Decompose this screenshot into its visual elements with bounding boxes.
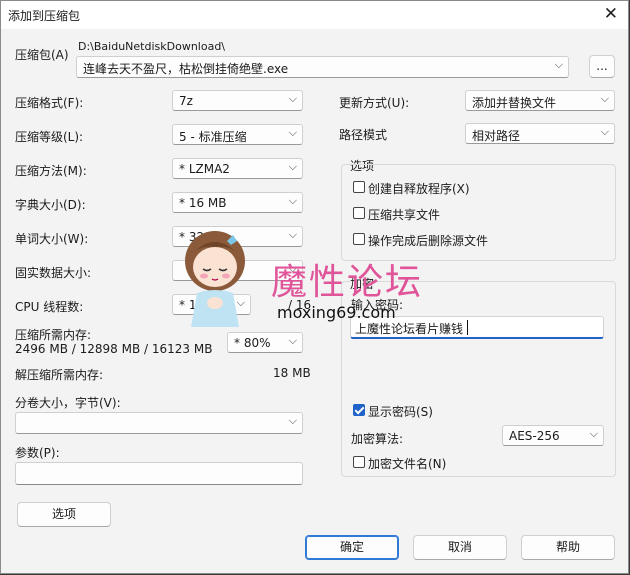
dict-value: * 16 MB (179, 196, 227, 210)
update-select[interactable]: 添加并替换文件 ⌵ (465, 90, 615, 111)
archive-label: 压缩包(A) (15, 48, 69, 62)
encrypt-names-label[interactable]: 加密文件名(N) (368, 455, 446, 472)
archive-filename: 连峰去天不盈尺，枯松倒挂倚绝壁.exe (83, 62, 289, 76)
method-label: 压缩方法(M): (15, 164, 87, 178)
chevron-down-icon: ⌵ (288, 160, 297, 173)
mascot-watermark-icon (185, 231, 245, 327)
chevron-down-icon: ⌵ (288, 92, 297, 105)
level-label: 压缩等级(L): (15, 130, 84, 144)
dict-select[interactable]: * 16 MB ⌵ (172, 192, 303, 213)
archive-filename-combo[interactable]: 连峰去天不盈尺，枯松倒挂倚绝壁.exe ⌵ (76, 56, 569, 78)
mem-percent-value: * 80% (234, 336, 271, 350)
sfx-checkbox[interactable] (353, 181, 365, 193)
chevron-down-icon: ⌵ (589, 427, 598, 440)
pathmode-label: 路径模式 (339, 128, 388, 142)
encrypt-method-select[interactable]: AES-256 ⌵ (502, 425, 604, 446)
volume-select[interactable]: ⌵ (15, 412, 303, 434)
dict-label: 字典大小(D): (15, 198, 86, 212)
dmem-label: 解压缩所需内存: (15, 368, 104, 382)
chevron-down-icon: ⌵ (288, 334, 297, 347)
chevron-down-icon: ⌵ (288, 228, 297, 241)
format-value: 7z (179, 94, 193, 108)
pathmode-value: 相对路径 (472, 129, 521, 143)
format-label: 压缩格式(F): (15, 96, 84, 110)
shared-files-label[interactable]: 压缩共享文件 (368, 206, 440, 223)
chevron-down-icon: ⌵ (600, 92, 609, 105)
mem-value: 2496 MB / 12898 MB / 16123 MB (15, 342, 213, 356)
delete-after-label[interactable]: 操作完成后删除源文件 (368, 232, 488, 249)
shared-files-checkbox[interactable] (353, 207, 365, 219)
method-select[interactable]: * LZMA2 ⌵ (172, 158, 303, 179)
window-title: 添加到压缩包 (8, 9, 81, 23)
encrypt-method-label: 加密算法: (351, 432, 404, 446)
chevron-down-icon: ⌵ (288, 126, 297, 139)
help-button[interactable]: 帮助 (521, 535, 615, 560)
add-to-archive-dialog: 添加到压缩包 ✕ 压缩包(A) D:\BaiduNetdiskDownload\… (0, 0, 629, 574)
cpu-label: CPU 线程数: (15, 300, 84, 314)
update-value: 添加并替换文件 (472, 96, 557, 110)
watermark-url: moxing69.com (277, 303, 396, 322)
params-label: 参数(P): (15, 446, 60, 460)
encrypt-method-value: AES-256 (509, 429, 560, 443)
format-select[interactable]: 7z ⌵ (172, 90, 303, 111)
title-bar: 添加到压缩包 ✕ (1, 1, 628, 29)
show-password-checkbox[interactable] (353, 404, 365, 416)
ok-button[interactable]: 确定 (305, 535, 399, 560)
chevron-down-icon: ⌵ (288, 414, 297, 427)
cancel-button[interactable]: 取消 (413, 535, 507, 560)
word-label: 单词大小(W): (15, 232, 89, 246)
dmem-value: 18 MB (273, 366, 311, 380)
mem-percent-select[interactable]: * 80% ⌵ (227, 332, 303, 353)
method-value: * LZMA2 (179, 162, 230, 176)
params-input[interactable] (15, 462, 303, 485)
delete-after-checkbox[interactable] (353, 233, 365, 245)
archive-path: D:\BaiduNetdiskDownload\ (78, 40, 226, 53)
update-label: 更新方式(U): (339, 96, 410, 110)
text-caret (467, 320, 468, 335)
encrypt-names-checkbox[interactable] (353, 456, 365, 468)
volume-label: 分卷大小，字节(V): (15, 396, 121, 410)
chevron-down-icon: ⌵ (600, 125, 609, 138)
chevron-down-icon: ⌵ (554, 58, 563, 71)
mem-label: 压缩所需内存: (15, 328, 92, 342)
watermark-text: 魔性论坛 (271, 262, 424, 303)
options-button[interactable]: 选项 (17, 502, 111, 527)
level-select[interactable]: 5 - 标准压缩 ⌵ (172, 124, 303, 145)
browse-button[interactable]: ... (589, 55, 615, 78)
sfx-label[interactable]: 创建自释放程序(X) (368, 180, 470, 197)
pathmode-select[interactable]: 相对路径 ⌵ (465, 123, 615, 144)
close-icon[interactable]: ✕ (604, 4, 618, 24)
level-value: 5 - 标准压缩 (179, 130, 247, 144)
chevron-down-icon: ⌵ (288, 194, 297, 207)
show-password-label[interactable]: 显示密码(S) (368, 403, 433, 420)
password-value: 上魔性论坛看片赚钱 (355, 322, 464, 336)
solid-label: 固实数据大小: (15, 266, 92, 280)
